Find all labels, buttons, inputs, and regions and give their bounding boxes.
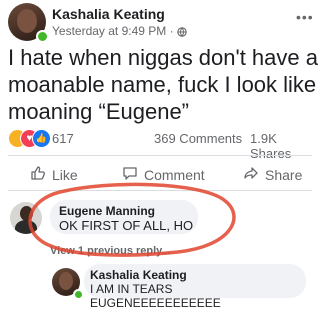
timestamp-text: Yesterday at 9:49 PM · xyxy=(52,24,174,38)
reply-author[interactable]: Kashalia Keating xyxy=(90,268,187,282)
share-button[interactable]: Share xyxy=(243,165,302,184)
reply-text: I AM IN TEARS EUGENEEEEEEEEEEE xyxy=(90,282,221,310)
comment-author[interactable]: Eugene Manning xyxy=(59,204,155,218)
reaction-icons[interactable]: ♥ 👍 xyxy=(8,129,52,148)
reaction-count[interactable]: 617 xyxy=(52,131,74,146)
more-dots-icon[interactable]: ••• xyxy=(296,9,314,25)
post-text-line: moaning “Eugene” xyxy=(8,99,190,124)
share-arrow-icon xyxy=(243,165,259,184)
like-reaction-icon: 👍 xyxy=(32,129,51,148)
reply-bubble[interactable]: Kashalia Keating I AM IN TEARS EUGENEEEE… xyxy=(84,264,306,310)
comment-bubble[interactable]: Eugene Manning OK FIRST OF ALL, HO xyxy=(50,200,198,234)
like-label: Like xyxy=(52,166,78,183)
commenter-avatar[interactable] xyxy=(10,202,42,234)
post-text-line: I hate when niggas don't have a xyxy=(8,45,318,70)
divider xyxy=(8,190,312,191)
divider xyxy=(8,155,312,156)
comment-bubble-icon xyxy=(122,165,138,184)
comments-count[interactable]: 369 Comments xyxy=(154,131,242,146)
online-status-dot xyxy=(36,30,49,43)
post-body: I hate when niggas don't have a moanable… xyxy=(8,44,318,125)
view-previous-replies-link[interactable]: View 1 previous reply... xyxy=(50,245,171,257)
comment-label: Comment xyxy=(144,166,205,183)
globe-icon xyxy=(176,26,187,37)
post-text-line: moanable name, fuck I look like xyxy=(8,72,317,97)
comment-text: OK FIRST OF ALL, HO xyxy=(59,218,194,233)
share-label: Share xyxy=(265,166,303,183)
like-button[interactable]: Like xyxy=(30,165,78,184)
post-timestamp[interactable]: Yesterday at 9:49 PM · xyxy=(52,24,187,38)
post-author-name[interactable]: Kashalia Keating xyxy=(52,6,165,22)
online-status-dot xyxy=(73,289,84,300)
shares-count[interactable]: 1.9K Shares xyxy=(250,131,320,161)
thumbs-up-icon xyxy=(30,165,46,184)
comment-button[interactable]: Comment xyxy=(122,165,205,184)
